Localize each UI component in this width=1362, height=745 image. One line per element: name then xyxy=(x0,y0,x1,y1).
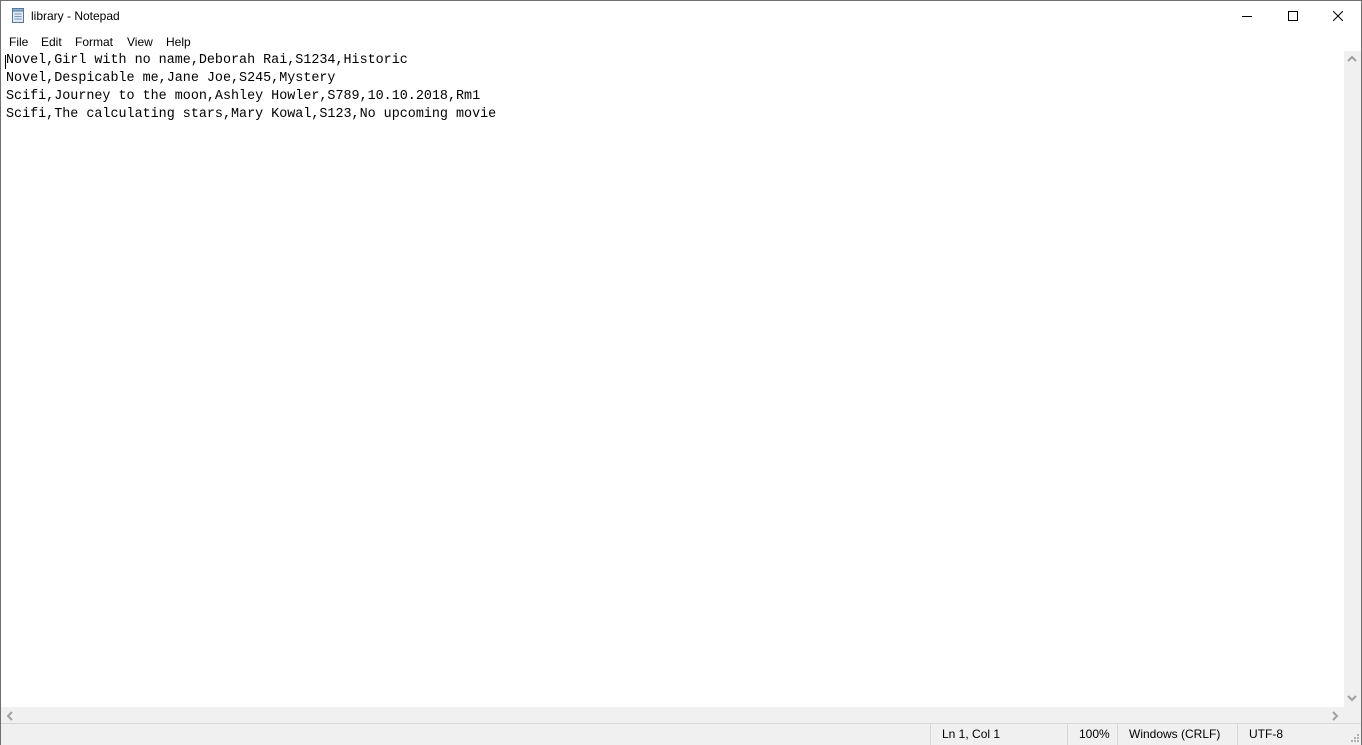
maximize-button[interactable] xyxy=(1270,1,1316,31)
text-line: Scifi,The calculating stars,Mary Kowal,S… xyxy=(6,107,497,122)
status-bar: Ln 1, Col 1 100% Windows (CRLF) UTF-8 xyxy=(1,723,1361,745)
text-line: Novel,Despicable me,Jane Joe,S245,Myster… xyxy=(6,71,336,86)
scroll-down-icon[interactable] xyxy=(1347,693,1357,705)
text-line: Novel,Girl with no name,Deborah Rai,S123… xyxy=(6,53,408,68)
menu-file[interactable]: File xyxy=(9,35,28,49)
close-icon xyxy=(1333,11,1343,21)
minimize-button[interactable] xyxy=(1224,1,1270,31)
menu-help[interactable]: Help xyxy=(166,35,191,49)
horizontal-scrollbar[interactable] xyxy=(1,707,1344,724)
menu-edit[interactable]: Edit xyxy=(41,35,62,49)
menu-format[interactable]: Format xyxy=(75,35,113,49)
maximize-icon xyxy=(1288,11,1298,21)
encoding: UTF-8 xyxy=(1237,724,1361,745)
text-line: Scifi,Journey to the moon,Ashley Howler,… xyxy=(6,89,481,104)
close-button[interactable] xyxy=(1315,1,1361,31)
window-title: library - Notepad xyxy=(31,9,120,23)
vertical-scrollbar[interactable] xyxy=(1344,51,1361,707)
title-bar[interactable]: library - Notepad xyxy=(1,1,1361,31)
scrollbar-corner xyxy=(1344,707,1361,724)
text-editor[interactable]: Novel,Girl with no name,Deborah Rai,S123… xyxy=(1,51,1344,707)
menu-view[interactable]: View xyxy=(127,35,153,49)
notepad-window: library - Notepad File Edit Format View … xyxy=(0,0,1362,745)
scroll-up-icon[interactable] xyxy=(1347,54,1357,66)
zoom-level: 100% xyxy=(1067,724,1117,745)
notepad-icon xyxy=(12,8,24,23)
menu-bar: File Edit Format View Help xyxy=(1,32,1361,51)
text-caret xyxy=(5,55,6,69)
minimize-icon xyxy=(1242,16,1252,17)
resize-grip-icon[interactable] xyxy=(1350,733,1360,743)
line-ending: Windows (CRLF) xyxy=(1117,724,1237,745)
cursor-position: Ln 1, Col 1 xyxy=(930,724,1067,745)
